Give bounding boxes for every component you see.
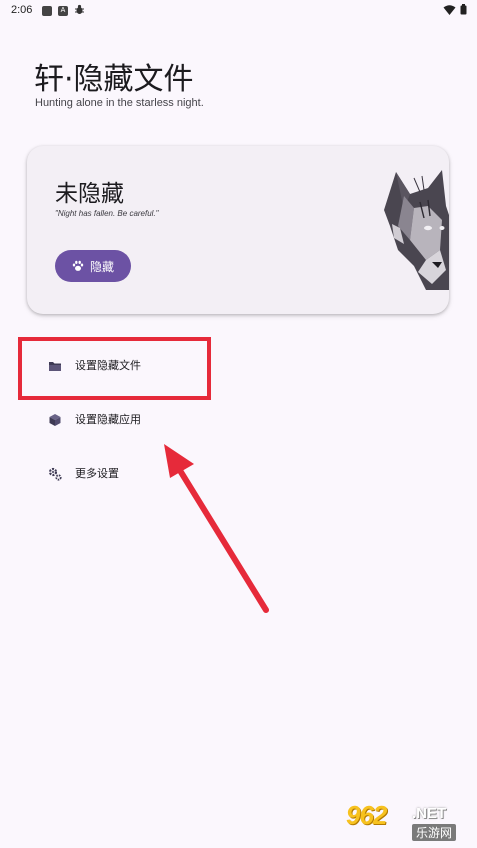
- notification-square-icon: [42, 5, 52, 16]
- status-system-icons: [443, 4, 467, 18]
- menu-item-label: 更多设置: [75, 467, 119, 480]
- watermark-suffix: .NET: [412, 805, 447, 822]
- a-badge-icon: A: [58, 5, 68, 16]
- menu-item-label: 设置隐藏文件: [75, 359, 141, 372]
- site-watermark: 962 .NET 乐游网: [340, 800, 470, 844]
- gears-icon: [48, 466, 62, 481]
- paw-icon: [72, 260, 84, 272]
- menu-item-hide-files[interactable]: 设置隐藏文件: [48, 352, 141, 378]
- hide-button[interactable]: 隐藏: [55, 250, 131, 282]
- watermark-number: 962: [346, 800, 387, 830]
- status-bar: 2:06 A: [0, 0, 477, 20]
- watermark-cn: 乐游网: [412, 824, 457, 841]
- wolf-illustration: [384, 170, 449, 290]
- menu-item-hide-apps[interactable]: 设置隐藏应用: [48, 406, 141, 432]
- menu-item-label: 设置隐藏应用: [75, 413, 141, 426]
- hide-status-title: 未隐藏: [55, 181, 124, 207]
- wifi-icon: [443, 4, 456, 18]
- bug-icon: [74, 4, 85, 17]
- card-quote: "Night has fallen. Be careful.": [55, 209, 159, 218]
- status-notification-icons: A: [42, 4, 85, 17]
- menu-item-more-settings[interactable]: 更多设置: [48, 460, 119, 486]
- status-time: 2:06: [11, 4, 33, 16]
- app-title: 轩·隐藏文件: [34, 62, 194, 97]
- cube-icon: [48, 412, 62, 426]
- app-subtitle: Hunting alone in the starless night.: [35, 97, 204, 109]
- red-arrow-annotation: [164, 444, 269, 613]
- hide-status-card: 未隐藏 "Night has fallen. Be careful." 隐藏: [27, 146, 449, 314]
- battery-icon: [460, 4, 467, 18]
- hide-button-label: 隐藏: [89, 259, 114, 274]
- folder-icon: [48, 358, 62, 372]
